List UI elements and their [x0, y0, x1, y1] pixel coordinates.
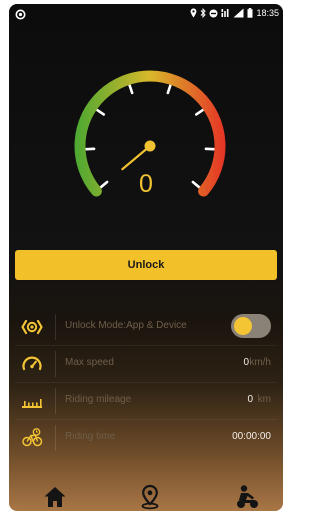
- bluetooth-icon: [201, 8, 207, 18]
- unlock-mode-icon: [21, 319, 43, 335]
- rider-icon[interactable]: [235, 484, 261, 510]
- speedometer-icon: [22, 356, 42, 371]
- bottom-nav: [9, 482, 283, 511]
- riding-time-row: Riding time 00:00:00: [15, 420, 277, 456]
- gauge-tick: [194, 108, 205, 116]
- row-divider: [55, 314, 56, 340]
- riding-time-label: Riding time: [65, 431, 116, 442]
- battery-icon: [247, 8, 253, 18]
- speed-readout: 0: [139, 170, 153, 198]
- status-bar: 18:35: [9, 4, 283, 26]
- riding-mileage-label: Riding mileage: [65, 394, 132, 405]
- unlock-button[interactable]: Unlock: [15, 250, 277, 280]
- max-speed-unit: km/h: [249, 357, 271, 368]
- status-time: 18:35: [256, 8, 279, 18]
- max-speed-label: Max speed: [65, 357, 114, 368]
- gauge-tick: [95, 108, 106, 116]
- row-divider: [55, 425, 56, 451]
- ride-info-list: Unlock Mode:App & Device Max speed 0 km/…: [15, 309, 277, 456]
- app-notification-icon: [15, 9, 26, 20]
- location-pin-icon[interactable]: [137, 484, 163, 510]
- unlock-mode-label: Unlock Mode:App & Device: [65, 320, 187, 331]
- unlock-mode-row: Unlock Mode:App & Device: [15, 309, 277, 346]
- location-icon: [191, 8, 197, 18]
- row-divider: [55, 351, 56, 377]
- gauge-tick: [166, 84, 172, 95]
- max-speed-row: Max speed 0 km/h: [15, 346, 277, 383]
- home-icon[interactable]: [42, 484, 68, 510]
- unlock-mode-toggle[interactable]: [231, 314, 271, 338]
- row-divider: [55, 388, 56, 414]
- road-mileage-icon: [22, 399, 42, 408]
- gauge-hub: [144, 140, 156, 152]
- riding-mileage-row: Riding mileage 0 km: [15, 383, 277, 420]
- riding-mileage-unit: km: [257, 394, 271, 405]
- bicycle-time-icon: [22, 428, 43, 447]
- riding-mileage-value: 0: [247, 394, 253, 405]
- signal-4g-icon: [221, 9, 229, 17]
- do-not-disturb-icon: [209, 9, 218, 17]
- cell-signal-icon: [233, 8, 244, 18]
- toggle-knob: [234, 317, 252, 335]
- riding-time-value: 00:00:00: [232, 431, 271, 442]
- gauge-tick: [128, 84, 134, 95]
- max-speed-value: 0: [243, 357, 249, 368]
- app-screen: 18:35 0 Unlock Unlock Mode:App & Device …: [9, 4, 283, 511]
